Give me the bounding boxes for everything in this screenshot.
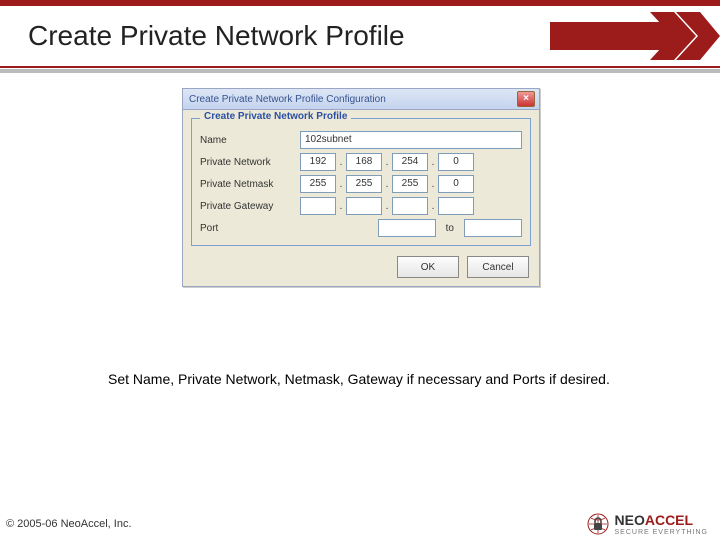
profile-group: Create Private Network Profile Name 102s… — [191, 118, 531, 246]
label-private-network: Private Network — [200, 157, 300, 168]
logo-neo: NEO — [615, 512, 645, 528]
ip-octet[interactable]: 192 — [300, 153, 336, 171]
name-input[interactable]: 102subnet — [300, 131, 522, 149]
dialog-button-bar: OK Cancel — [183, 250, 539, 286]
lock-globe-icon — [587, 513, 609, 535]
port-to-input[interactable] — [464, 219, 522, 237]
ok-button[interactable]: OK — [397, 256, 459, 278]
neoaccel-logo: NEOACCEL SECURE EVERYTHING — [587, 513, 709, 536]
port-from-input[interactable] — [378, 219, 436, 237]
ip-octet[interactable]: 255 — [346, 175, 382, 193]
private-netmask-input[interactable]: 255. 255. 255. 0 — [300, 175, 474, 193]
copyright-text: © 2005-06 NeoAccel, Inc. — [6, 518, 132, 530]
private-gateway-input[interactable]: . . . — [300, 197, 474, 215]
ip-octet[interactable] — [300, 197, 336, 215]
ip-octet[interactable]: 255 — [392, 175, 428, 193]
row-private-gateway: Private Gateway . . . — [200, 197, 522, 215]
ip-octet[interactable] — [438, 197, 474, 215]
ip-octet[interactable]: 0 — [438, 175, 474, 193]
close-icon[interactable]: × — [517, 91, 535, 107]
group-legend: Create Private Network Profile — [200, 111, 351, 122]
ip-octet[interactable] — [392, 197, 428, 215]
header-accent — [550, 12, 720, 60]
private-network-input[interactable]: 192. 168. 254. 0 — [300, 153, 474, 171]
logo-tagline: SECURE EVERYTHING — [615, 529, 709, 536]
port-to-label: to — [446, 223, 454, 234]
row-private-network: Private Network 192. 168. 254. 0 — [200, 153, 522, 171]
row-name: Name 102subnet — [200, 131, 522, 149]
chevron-icon — [650, 12, 720, 60]
label-name: Name — [200, 135, 300, 146]
dialog-title: Create Private Network Profile Configura… — [189, 94, 386, 105]
config-dialog: Create Private Network Profile Configura… — [182, 88, 540, 287]
ip-octet[interactable]: 255 — [300, 175, 336, 193]
row-private-netmask: Private Netmask 255. 255. 255. 0 — [200, 175, 522, 193]
row-port: Port to — [200, 219, 522, 237]
ip-octet[interactable]: 0 — [438, 153, 474, 171]
label-private-gateway: Private Gateway — [200, 201, 300, 212]
slide-footer: © 2005-06 NeoAccel, Inc. NEOACCEL SECURE… — [0, 512, 720, 540]
label-private-netmask: Private Netmask — [200, 179, 300, 190]
logo-accel: ACCEL — [645, 512, 693, 528]
cancel-button[interactable]: Cancel — [467, 256, 529, 278]
dialog-titlebar[interactable]: Create Private Network Profile Configura… — [183, 89, 539, 110]
slide-header: Create Private Network Profile — [0, 0, 720, 76]
ip-octet[interactable]: 168 — [346, 153, 382, 171]
ip-octet[interactable] — [346, 197, 382, 215]
slide-caption: Set Name, Private Network, Netmask, Gate… — [108, 370, 648, 388]
label-port: Port — [200, 223, 300, 234]
slide-title: Create Private Network Profile — [28, 20, 405, 52]
ip-octet[interactable]: 254 — [392, 153, 428, 171]
